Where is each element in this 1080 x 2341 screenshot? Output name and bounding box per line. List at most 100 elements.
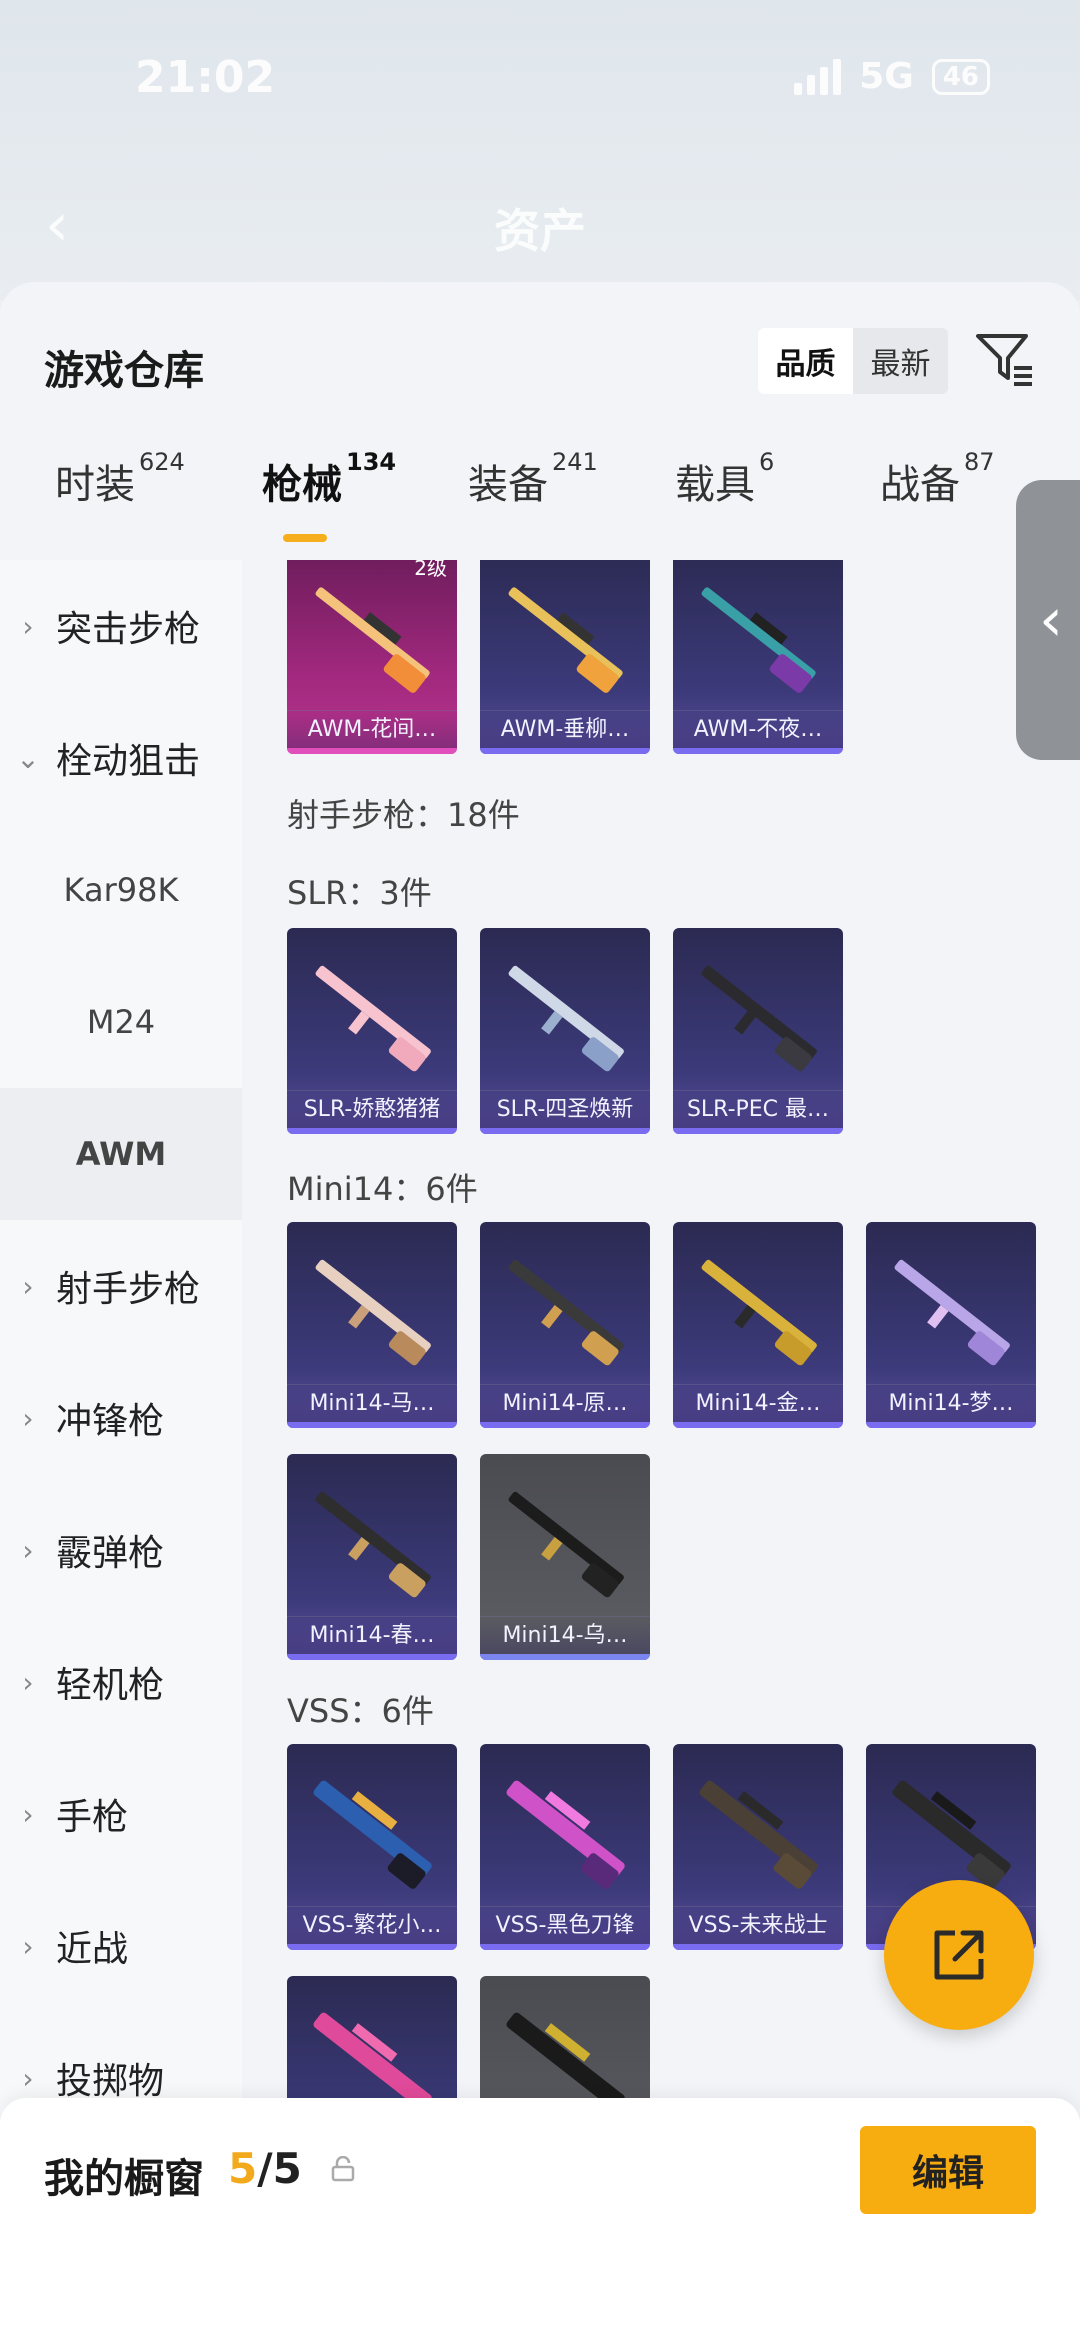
showcase-total: /5: [257, 2144, 302, 2193]
chevron-right-icon: ›: [22, 609, 34, 643]
sidebar-item-bolt-sniper[interactable]: ⌄ 栓动狙击: [0, 692, 242, 824]
tab-count: 624: [139, 448, 185, 476]
tab-label: 装备: [468, 462, 548, 508]
sidebar-item-label: 射手步枪: [56, 1269, 201, 1310]
rifle-icon: [315, 965, 431, 1072]
chevron-right-icon: ›: [22, 1533, 34, 1567]
sidebar-item-pistol[interactable]: › 手枪: [0, 1748, 242, 1880]
weapon-card-name: SLR-娇憨猪猪: [287, 1090, 457, 1128]
weapon-card[interactable]: AWM-垂柳…: [480, 560, 650, 754]
section-label: VSS：6件: [287, 1692, 434, 1730]
weapon-card[interactable]: VSS-未来战士: [673, 1744, 843, 1950]
rarity-bar: [287, 748, 457, 754]
rarity-bar: [673, 748, 843, 754]
edit-button[interactable]: 编辑: [860, 2126, 1036, 2214]
rarity-bar: [287, 1944, 457, 1950]
weapon-card-name: AWM-不夜…: [673, 710, 843, 748]
chevron-right-icon: ›: [22, 1797, 34, 1831]
weapon-card-name: Mini14-原…: [480, 1384, 650, 1422]
weapon-card[interactable]: SLR-PEC 最…: [673, 928, 843, 1134]
sidebar-item-assault-rifle[interactable]: › 突击步枪: [0, 560, 242, 692]
sidebar-item-marksman-rifle[interactable]: › 射手步枪: [0, 1220, 242, 1352]
weapon-card[interactable]: Mini14-乌…: [480, 1454, 650, 1660]
weapon-card-name: Mini14-马…: [287, 1384, 457, 1422]
weapon-card-name: Mini14-金…: [673, 1384, 843, 1422]
network-type: 5G: [859, 56, 914, 97]
weapon-card[interactable]: Mini14-梦…: [866, 1222, 1036, 1428]
rarity-bar: [673, 1944, 843, 1950]
weapon-card-name: VSS-繁花小…: [287, 1906, 457, 1944]
section-label: SLR：3件: [287, 874, 432, 912]
rarity-bar: [480, 1128, 650, 1134]
weapon-card-name: Mini14-梦…: [866, 1384, 1036, 1422]
weapon-card[interactable]: Mini14-原…: [480, 1222, 650, 1428]
weapon-card-name: VSS-未来战士: [673, 1906, 843, 1944]
showcase-count: 5/5: [228, 2144, 302, 2193]
sort-newest-button[interactable]: 最新: [853, 328, 948, 394]
chevron-right-icon: ›: [22, 1269, 34, 1303]
status-time: 21:02: [135, 52, 276, 103]
rifle-icon: [508, 1491, 624, 1598]
sidebar-item-awm[interactable]: AWM: [0, 1088, 242, 1220]
weapon-category-sidebar: › 突击步枪 ⌄ 栓动狙击 Kar98K M24 AWM › 射手步枪 › 冲锋枪 › 霰…: [0, 560, 242, 2341]
sidebar-item-melee[interactable]: › 近战: [0, 1880, 242, 2012]
tab-vehicles[interactable]: 载具 6: [675, 448, 774, 510]
tab-equipment[interactable]: 装备 241: [468, 448, 598, 510]
tab-label: 时装: [55, 462, 135, 508]
status-indicators: 5G 46: [794, 56, 990, 97]
weapon-card-name: AWM-花间…: [287, 710, 457, 748]
weapon-card[interactable]: Mini14-金…: [673, 1222, 843, 1428]
signal-icon: [794, 58, 842, 95]
weapon-card[interactable]: SLR-四圣焕新: [480, 928, 650, 1134]
chevron-right-icon: ›: [22, 1401, 34, 1435]
weapon-card[interactable]: SLR-娇憨猪猪: [287, 928, 457, 1134]
rarity-bar: [287, 1422, 457, 1428]
tab-count: 6: [759, 448, 775, 476]
tab-count: 241: [552, 448, 598, 476]
tab-label: 战备: [880, 462, 960, 508]
rifle-icon: [701, 1259, 817, 1366]
rarity-bar: [287, 1128, 457, 1134]
tab-firearms[interactable]: 枪械 134: [262, 448, 396, 510]
sniper-rifle-icon: [508, 587, 623, 693]
sidebar-item-shotgun[interactable]: › 霰弹枪: [0, 1484, 242, 1616]
rifle-icon: [315, 1491, 431, 1598]
weapon-card[interactable]: VSS-繁花小…: [287, 1744, 457, 1950]
chevron-left-icon: ‹: [1039, 585, 1063, 655]
sidebar-item-label: 近战: [56, 1929, 129, 1970]
sniper-rifle-icon: [315, 587, 430, 693]
chevron-right-icon: ›: [22, 2061, 34, 2095]
sniper-rifle-icon: [313, 1780, 432, 1889]
side-drawer-handle[interactable]: ‹: [1016, 480, 1080, 760]
weapon-card[interactable]: Mini14-春…: [287, 1454, 457, 1660]
tab-supplies[interactable]: 战备 87: [880, 448, 995, 510]
sidebar-item-smg[interactable]: › 冲锋枪: [0, 1352, 242, 1484]
category-header: 射手步枪：18件: [287, 796, 520, 834]
weapon-card-name: Mini14-乌…: [480, 1616, 650, 1654]
sidebar-item-lmg[interactable]: › 轻机枪: [0, 1616, 242, 1748]
tab-fashion[interactable]: 时装 624: [55, 448, 185, 510]
sidebar-item-m24[interactable]: M24: [0, 956, 242, 1088]
rifle-icon: [894, 1259, 1010, 1366]
showcase-bar: 我的橱窗 5/5 编辑: [0, 2098, 1080, 2341]
weapon-grid: 2级 AWM-花间… AWM-垂柳… AWM-不夜… 射手步枪：18件 SLR：…: [242, 560, 1080, 2341]
sort-quality-button[interactable]: 品质: [758, 328, 853, 394]
sort-toggle: 品质 最新: [758, 328, 948, 394]
weapon-card-name: SLR-四圣焕新: [480, 1090, 650, 1128]
battery-icon: 46: [931, 58, 990, 95]
weapon-card[interactable]: Mini14-马…: [287, 1222, 457, 1428]
filter-icon[interactable]: [972, 326, 1036, 390]
share-external-icon: [934, 1930, 984, 1980]
weapon-card-name: SLR-PEC 最…: [673, 1090, 843, 1128]
sidebar-item-kar98k[interactable]: Kar98K: [0, 824, 242, 956]
weapon-card[interactable]: VSS-黑色刀锋: [480, 1744, 650, 1950]
weapon-card[interactable]: 2级 AWM-花间…: [287, 560, 457, 754]
weapon-card-name: VSS-黑色刀锋: [480, 1906, 650, 1944]
page-title: 资产: [494, 204, 586, 258]
lock-icon: [331, 2156, 355, 2182]
sidebar-item-label: 轻机枪: [56, 1665, 165, 1706]
rarity-bar: [480, 748, 650, 754]
sniper-rifle-icon: [506, 1780, 625, 1889]
share-button[interactable]: [884, 1880, 1034, 2030]
weapon-card[interactable]: AWM-不夜…: [673, 560, 843, 754]
